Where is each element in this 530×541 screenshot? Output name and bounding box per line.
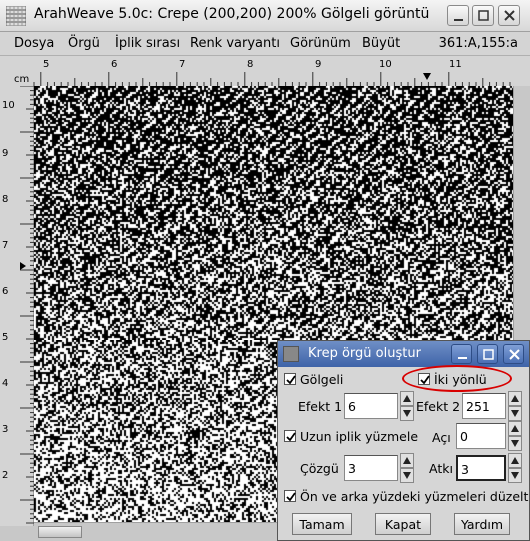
atki-input[interactable]: 3 xyxy=(456,455,506,481)
maximize-button[interactable] xyxy=(472,5,494,26)
aci-label: Açı xyxy=(432,430,451,445)
close-icon xyxy=(504,10,515,21)
aci-input[interactable]: 0 xyxy=(456,423,506,449)
menu-gorunum[interactable]: Görünüm xyxy=(290,36,351,51)
dialog-maximize-button[interactable] xyxy=(477,344,498,364)
title-bar: ArahWeave 5.0c: Crepe (200,200) 200% Göl… xyxy=(0,0,530,32)
dialog-app-icon xyxy=(283,346,299,362)
efekt1-spinner[interactable] xyxy=(400,391,414,421)
menu-dosya[interactable]: Dosya xyxy=(14,36,54,51)
iki-yonlu-label: İki yönlü xyxy=(434,372,487,387)
minimize-icon xyxy=(458,357,467,359)
close-window-button[interactable] xyxy=(498,5,520,26)
uzun-iplik-label: Uzun iplik yüzmele xyxy=(300,429,419,444)
menu-renk-varyanti[interactable]: Renk varyantı xyxy=(190,36,280,51)
cozgu-input[interactable]: 3 xyxy=(344,455,398,481)
efekt1-label: Efekt 1 xyxy=(298,399,343,414)
cozgu-spinner[interactable] xyxy=(400,453,414,483)
ruler-top-label: 6 xyxy=(111,59,118,70)
ruler-left-label: 2 xyxy=(2,470,9,481)
crepe-weave-dialog: Krep örgü oluştur Gölgeli İki yönlü Efek… xyxy=(277,340,530,541)
menu-orgu[interactable]: Örgü xyxy=(68,36,100,51)
atki-spinner[interactable] xyxy=(508,453,522,483)
ruler-top-label: 10 xyxy=(379,59,392,70)
check-icon xyxy=(286,375,296,385)
ruler-left-label: 7 xyxy=(2,240,9,251)
cursor-coordinates: 361:A,155:a xyxy=(438,36,518,51)
tamam-button[interactable]: Tamam xyxy=(292,513,352,535)
ruler-left-label: 8 xyxy=(2,194,9,205)
minimize-button[interactable] xyxy=(447,5,469,26)
minimize-icon xyxy=(454,19,463,21)
ruler-left-label: 4 xyxy=(2,378,9,389)
yardim-button[interactable]: Yardım xyxy=(454,513,510,535)
dialog-close-button[interactable] xyxy=(503,344,524,364)
ruler-top-label: 11 xyxy=(449,59,462,70)
ruler-top-label: 9 xyxy=(315,59,322,70)
check-icon xyxy=(286,492,296,502)
left-ruler: 10 9 8 7 6 5 4 3 2 xyxy=(0,86,34,526)
golgeli-label: Gölgeli xyxy=(300,372,344,387)
on-arka-checkbox[interactable] xyxy=(284,490,296,502)
cozgu-label: Çözgü xyxy=(300,461,339,476)
efekt2-label: Efekt 2 xyxy=(416,399,461,414)
app-icon xyxy=(6,6,26,26)
ruler-top-label: 7 xyxy=(179,59,186,70)
ruler-left-label: 5 xyxy=(2,332,9,343)
maximize-icon xyxy=(478,10,489,21)
menu-buyut[interactable]: Büyüt xyxy=(362,36,400,51)
iki-yonlu-checkbox[interactable] xyxy=(418,373,430,385)
scrollbar-thumb[interactable] xyxy=(38,526,82,538)
golgeli-checkbox[interactable] xyxy=(284,373,296,385)
ruler-left-label: 9 xyxy=(2,148,9,159)
menu-iplik-sirasi[interactable]: İplik sırası xyxy=(115,36,180,51)
kapat-button[interactable]: Kapat xyxy=(375,513,431,535)
maximize-icon xyxy=(483,349,494,360)
ruler-top-label: 8 xyxy=(247,59,254,70)
ruler-unit: cm xyxy=(14,74,30,85)
ruler-left-label: 3 xyxy=(2,424,9,435)
on-arka-label: Ön ve arka yüzdeki yüzmeleri düzelt xyxy=(300,489,529,504)
uzun-iplik-checkbox[interactable] xyxy=(284,430,296,442)
efekt2-spinner[interactable] xyxy=(508,391,522,421)
ruler-left-label: 10 xyxy=(2,100,15,111)
dialog-title: Krep örgü oluştur xyxy=(308,346,421,361)
close-icon xyxy=(509,349,520,360)
ruler-left-label: 6 xyxy=(2,286,9,297)
aci-spinner[interactable] xyxy=(508,421,522,451)
check-icon xyxy=(286,432,296,442)
window-title: ArahWeave 5.0c: Crepe (200,200) 200% Göl… xyxy=(34,6,430,22)
ruler-top-label: 5 xyxy=(43,59,50,70)
dialog-minimize-button[interactable] xyxy=(451,344,472,364)
menu-bar: Dosya Örgü İplik sırası Renk varyantı Gö… xyxy=(0,32,530,56)
dialog-title-bar: Krep örgü oluştur xyxy=(278,341,529,367)
efekt2-input[interactable]: 251 xyxy=(462,393,506,419)
top-ruler: cm 5 6 7 8 9 10 11 xyxy=(0,56,530,86)
check-icon xyxy=(420,375,430,385)
atki-label: Atkı xyxy=(429,461,453,476)
arahweave-window: ArahWeave 5.0c: Crepe (200,200) 200% Göl… xyxy=(0,0,530,541)
efekt1-input[interactable]: 6 xyxy=(344,393,398,419)
